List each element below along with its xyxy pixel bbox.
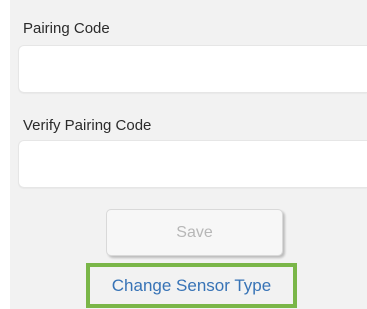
pairing-code-input[interactable]: [18, 45, 367, 93]
change-sensor-type-link[interactable]: Change Sensor Type: [86, 263, 297, 308]
verify-pairing-code-label: Verify Pairing Code: [23, 117, 152, 134]
pairing-code-label: Pairing Code: [23, 20, 110, 37]
verify-pairing-code-input[interactable]: [18, 140, 367, 188]
save-button[interactable]: Save: [106, 209, 283, 256]
